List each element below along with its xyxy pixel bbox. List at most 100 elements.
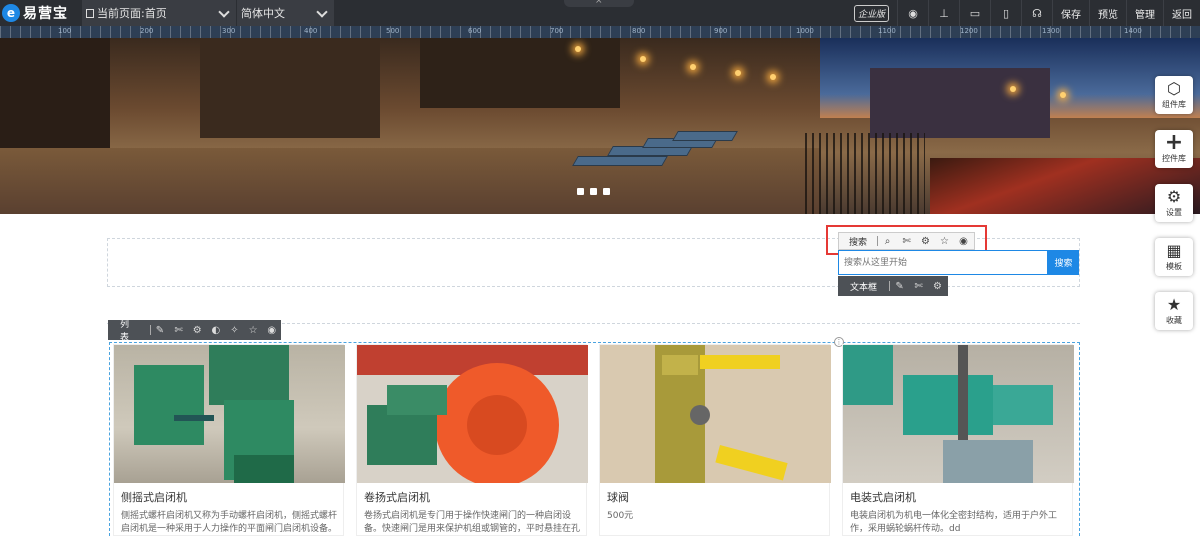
product-card[interactable]: 电装式启闭机 电装启闭机为机电一体化全密封结构，适用于户外工作，采用蜗轮蜗杆传动… xyxy=(842,344,1074,536)
ruler-tick-label: 200 xyxy=(140,27,154,35)
slide-dot[interactable] xyxy=(577,188,584,195)
list-module-toolbar: 列表 ✎ ✄ ⚙ ◐ ✧ ☆ ◉ xyxy=(108,320,281,343)
save-button[interactable]: 保存 xyxy=(1052,0,1089,26)
textbox-toolbar: 文本框 ✎ ✄ ⚙ xyxy=(838,276,948,296)
product-desc: 电装启闭机为机电一体化全密封结构，适用于户外工作，采用蜗轮蜗杆传动。dd xyxy=(850,511,1058,534)
ruler-tick-label: 700 xyxy=(550,27,564,35)
ruler-tick-label: 900 xyxy=(714,27,728,35)
ruler-tick-label: 600 xyxy=(468,27,482,35)
gear-icon[interactable]: ⚙ xyxy=(928,281,947,292)
logo-text: 易营宝 xyxy=(23,6,68,22)
palette-icon[interactable]: ◐ xyxy=(207,325,226,336)
product-image[interactable] xyxy=(357,345,588,483)
banner-slideshow[interactable] xyxy=(0,38,1200,214)
side-favorites[interactable]: ★ 收藏 xyxy=(1155,292,1193,330)
desktop-icon[interactable]: ▭ xyxy=(959,0,990,26)
banner-lamp xyxy=(735,70,741,76)
slide-dot[interactable] xyxy=(590,188,597,195)
current-page-select[interactable]: 当前页面:首页 xyxy=(82,0,236,26)
plus-icon: + xyxy=(1164,130,1184,155)
eye-icon[interactable]: ◉ xyxy=(897,0,928,26)
ruler-tick-label: 300 xyxy=(222,27,236,35)
grid-icon: ▦ xyxy=(1166,241,1182,260)
support-icon[interactable]: ☊ xyxy=(1021,0,1052,26)
side-label: 组件库 xyxy=(1162,100,1186,109)
product-title[interactable]: 球阀 xyxy=(607,489,629,505)
ruler-tick-label: 1200 xyxy=(960,27,978,35)
product-image-graphic xyxy=(655,345,788,483)
star-icon[interactable]: ☆ xyxy=(244,325,263,336)
banner-building xyxy=(420,38,620,108)
style-icon[interactable]: ✄ xyxy=(909,281,928,292)
ruler: 100 200 300 400 500 600 700 800 900 1000 1100 1200 1… xyxy=(0,26,1200,38)
banner-lamp xyxy=(1060,92,1066,98)
side-label: 控件库 xyxy=(1162,154,1186,163)
ruler-tick-label: 1000 xyxy=(796,27,814,35)
mobile-icon[interactable]: ▯ xyxy=(990,0,1021,26)
edit-icon[interactable]: ✎ xyxy=(151,325,170,336)
side-templates[interactable]: ▦ 模板 xyxy=(1155,238,1193,276)
banner-building xyxy=(0,38,110,158)
ruler-tick-label: 500 xyxy=(386,27,400,35)
back-button[interactable]: 返回 xyxy=(1163,0,1200,26)
preview-button[interactable]: 预览 xyxy=(1089,0,1126,26)
product-image-graphic xyxy=(843,345,1053,483)
toolbar-actions: 企业版 ◉ ⊥ ▭ ▯ ☊ 保存 预览 管理 返回 xyxy=(853,0,1200,26)
product-title[interactable]: 卷扬式启闭机 xyxy=(364,489,430,505)
ruler-tick-label: 1100 xyxy=(878,27,896,35)
align-icon[interactable]: ⊥ xyxy=(928,0,959,26)
banner-lamp xyxy=(575,46,581,52)
product-title[interactable]: 侧摇式启闭机 xyxy=(121,489,187,505)
banner-lamp xyxy=(640,56,646,62)
language-select[interactable]: 简体中文 xyxy=(236,0,334,26)
gear-icon[interactable]: ⚙ xyxy=(188,325,207,336)
ruler-tick-label: 100 xyxy=(58,27,72,35)
product-image-graphic xyxy=(134,345,294,483)
side-component-library[interactable]: ⬡ 组件库 xyxy=(1155,76,1193,114)
eye-icon[interactable]: ◉ xyxy=(262,325,281,336)
module-name: 列表 xyxy=(120,320,130,343)
language-label: 简体中文 xyxy=(241,7,285,20)
banner-railing xyxy=(805,133,925,214)
ruler-tick-label: 1300 xyxy=(1042,27,1060,35)
slide-dot[interactable] xyxy=(603,188,610,195)
product-card[interactable]: 卷扬式启闭机 卷扬式启闭机是专门用于操作快速闸门的一种启闭设备。快速闸门是用来保… xyxy=(356,344,588,536)
top-toolbar: e 易营宝 当前页面:首页 简体中文 × 企业版 ◉ ⊥ ▭ ▯ ☊ 保存 预览… xyxy=(0,0,1200,26)
banner-lamp xyxy=(1010,86,1016,92)
star-icon: ★ xyxy=(1166,295,1182,314)
product-price: 500元 xyxy=(607,511,634,521)
collapse-toolbar-tab[interactable]: × xyxy=(564,0,634,7)
product-card[interactable]: 侧摇式启闭机 侧摇式螺杆启闭机又称为手动螺杆启闭机，侧摇式螺杆启闭机是一种采用于… xyxy=(113,344,345,536)
ruler-tick-label: 400 xyxy=(304,27,318,35)
product-desc: 侧摇式螺杆启闭机又称为手动螺杆启闭机，侧摇式螺杆启闭机是一种采用于人力操作的平面… xyxy=(121,511,338,534)
module-name: 文本框 xyxy=(850,282,878,293)
product-card[interactable]: 球阀 500元 xyxy=(599,344,831,536)
close-icon: × xyxy=(595,0,603,6)
slide-indicators xyxy=(577,188,610,195)
chevron-down-icon xyxy=(316,6,328,18)
product-title[interactable]: 电装式启闭机 xyxy=(850,489,916,505)
app-logo[interactable]: e 易营宝 xyxy=(0,0,80,26)
side-label: 设置 xyxy=(1166,208,1182,217)
side-widget-library[interactable]: + 控件库 xyxy=(1155,130,1193,168)
edit-icon[interactable]: ✎ xyxy=(890,281,909,292)
side-label: 模板 xyxy=(1166,262,1182,271)
style-icon[interactable]: ✄ xyxy=(169,325,188,336)
banner-lamp xyxy=(690,64,696,70)
side-settings[interactable]: ⚙ 设置 xyxy=(1155,184,1193,222)
chevron-down-icon xyxy=(218,6,230,18)
banner-bench xyxy=(672,131,738,141)
gear-icon: ⚙ xyxy=(1166,187,1182,206)
edition-badge: 企业版 xyxy=(853,4,889,22)
animation-icon[interactable]: ✧ xyxy=(225,325,244,336)
ruler-tick-label: 1400 xyxy=(1124,27,1142,35)
product-image[interactable] xyxy=(114,345,345,483)
logo-icon: e xyxy=(2,4,20,22)
search-button[interactable]: 搜索 xyxy=(1048,250,1079,275)
manage-button[interactable]: 管理 xyxy=(1126,0,1163,26)
product-image[interactable] xyxy=(600,345,831,483)
page-icon xyxy=(86,8,94,18)
banner-building xyxy=(200,38,380,138)
product-image[interactable] xyxy=(843,345,1074,483)
search-input[interactable] xyxy=(838,250,1048,275)
